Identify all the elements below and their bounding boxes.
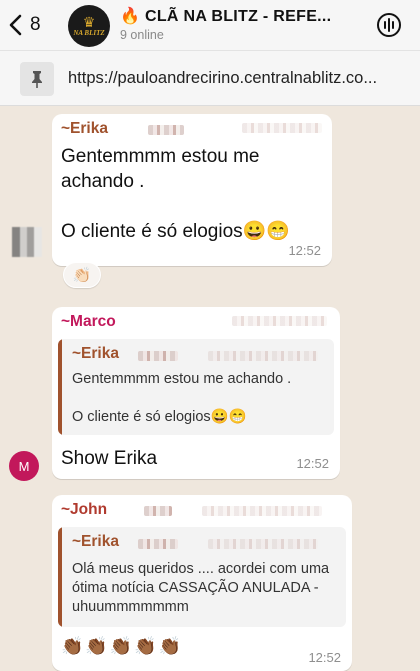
sender-name: ~John <box>61 501 108 518</box>
quoted-sender: ~Erika <box>72 345 119 362</box>
redacted-phone <box>242 123 322 133</box>
message-text: Gentemmmm estou me achando . O cliente é… <box>61 146 290 242</box>
avatar[interactable] <box>12 227 42 257</box>
message-bubble[interactable]: ~Marco ~Erika Gentemmmm estou me achando… <box>52 307 340 479</box>
redacted-phone <box>138 539 178 549</box>
avatar[interactable]: M <box>9 451 39 481</box>
redacted-phone <box>208 351 318 361</box>
pinned-url[interactable]: https://pauloandrecirino.centralnablitz.… <box>68 69 408 88</box>
avatar-text: NA BLITZ <box>73 29 105 37</box>
quoted-text: Gentemmmm estou me achando . O cliente é… <box>72 371 292 425</box>
quote-bar <box>58 527 62 627</box>
group-avatar[interactable]: ♛ NA BLITZ <box>68 5 110 47</box>
message-bubble[interactable]: ~Erika Gentemmmm estou me achando . O cl… <box>52 114 332 266</box>
reaction-badge[interactable]: 👏🏻 <box>63 262 101 288</box>
redacted-phone <box>202 506 322 516</box>
quoted-text: Olá meus queridos .... acordei com uma ó… <box>72 561 330 615</box>
quote-bar <box>58 339 62 435</box>
pin-icon <box>20 62 54 96</box>
unread-count: 8 <box>30 14 41 35</box>
crown-icon: ♛ <box>82 14 96 30</box>
group-info[interactable]: 🔥 CLÃ NA BLITZ - REFE... 9 online <box>120 6 360 42</box>
group-title: 🔥 CLÃ NA BLITZ - REFE... <box>120 8 332 25</box>
message-time: 12:52 <box>288 243 321 258</box>
message-time: 12:52 <box>296 456 329 471</box>
audio-chat-icon[interactable] <box>376 12 402 38</box>
redacted-phone <box>208 539 318 549</box>
message-text: Show Erika <box>61 448 158 469</box>
quoted-message[interactable]: ~Erika Olá meus queridos .... acordei co… <box>58 527 346 627</box>
chevron-left-icon <box>9 14 22 36</box>
redacted-phone <box>138 351 178 361</box>
redacted-phone <box>144 506 172 516</box>
quoted-message[interactable]: ~Erika Gentemmmm estou me achando . O cl… <box>58 339 334 435</box>
chat-area: ~Erika Gentemmmm estou me achando . O cl… <box>0 106 420 671</box>
back-button[interactable]: 8 <box>8 10 41 40</box>
redacted-phone <box>232 316 327 326</box>
pinned-message-bar[interactable]: https://pauloandrecirino.centralnablitz.… <box>0 50 420 106</box>
message-text: 👏🏾👏🏾👏🏾👏🏾👏🏾 <box>61 636 184 656</box>
chat-header: 8 ♛ NA BLITZ 🔥 CLÃ NA BLITZ - REFE... 9 … <box>0 0 420 50</box>
sender-name: ~Erika <box>61 120 108 137</box>
sender-name: ~Marco <box>61 313 116 330</box>
quoted-sender: ~Erika <box>72 533 119 550</box>
online-status: 9 online <box>120 28 164 42</box>
message-time: 12:52 <box>308 650 341 665</box>
redacted-phone <box>148 125 184 135</box>
